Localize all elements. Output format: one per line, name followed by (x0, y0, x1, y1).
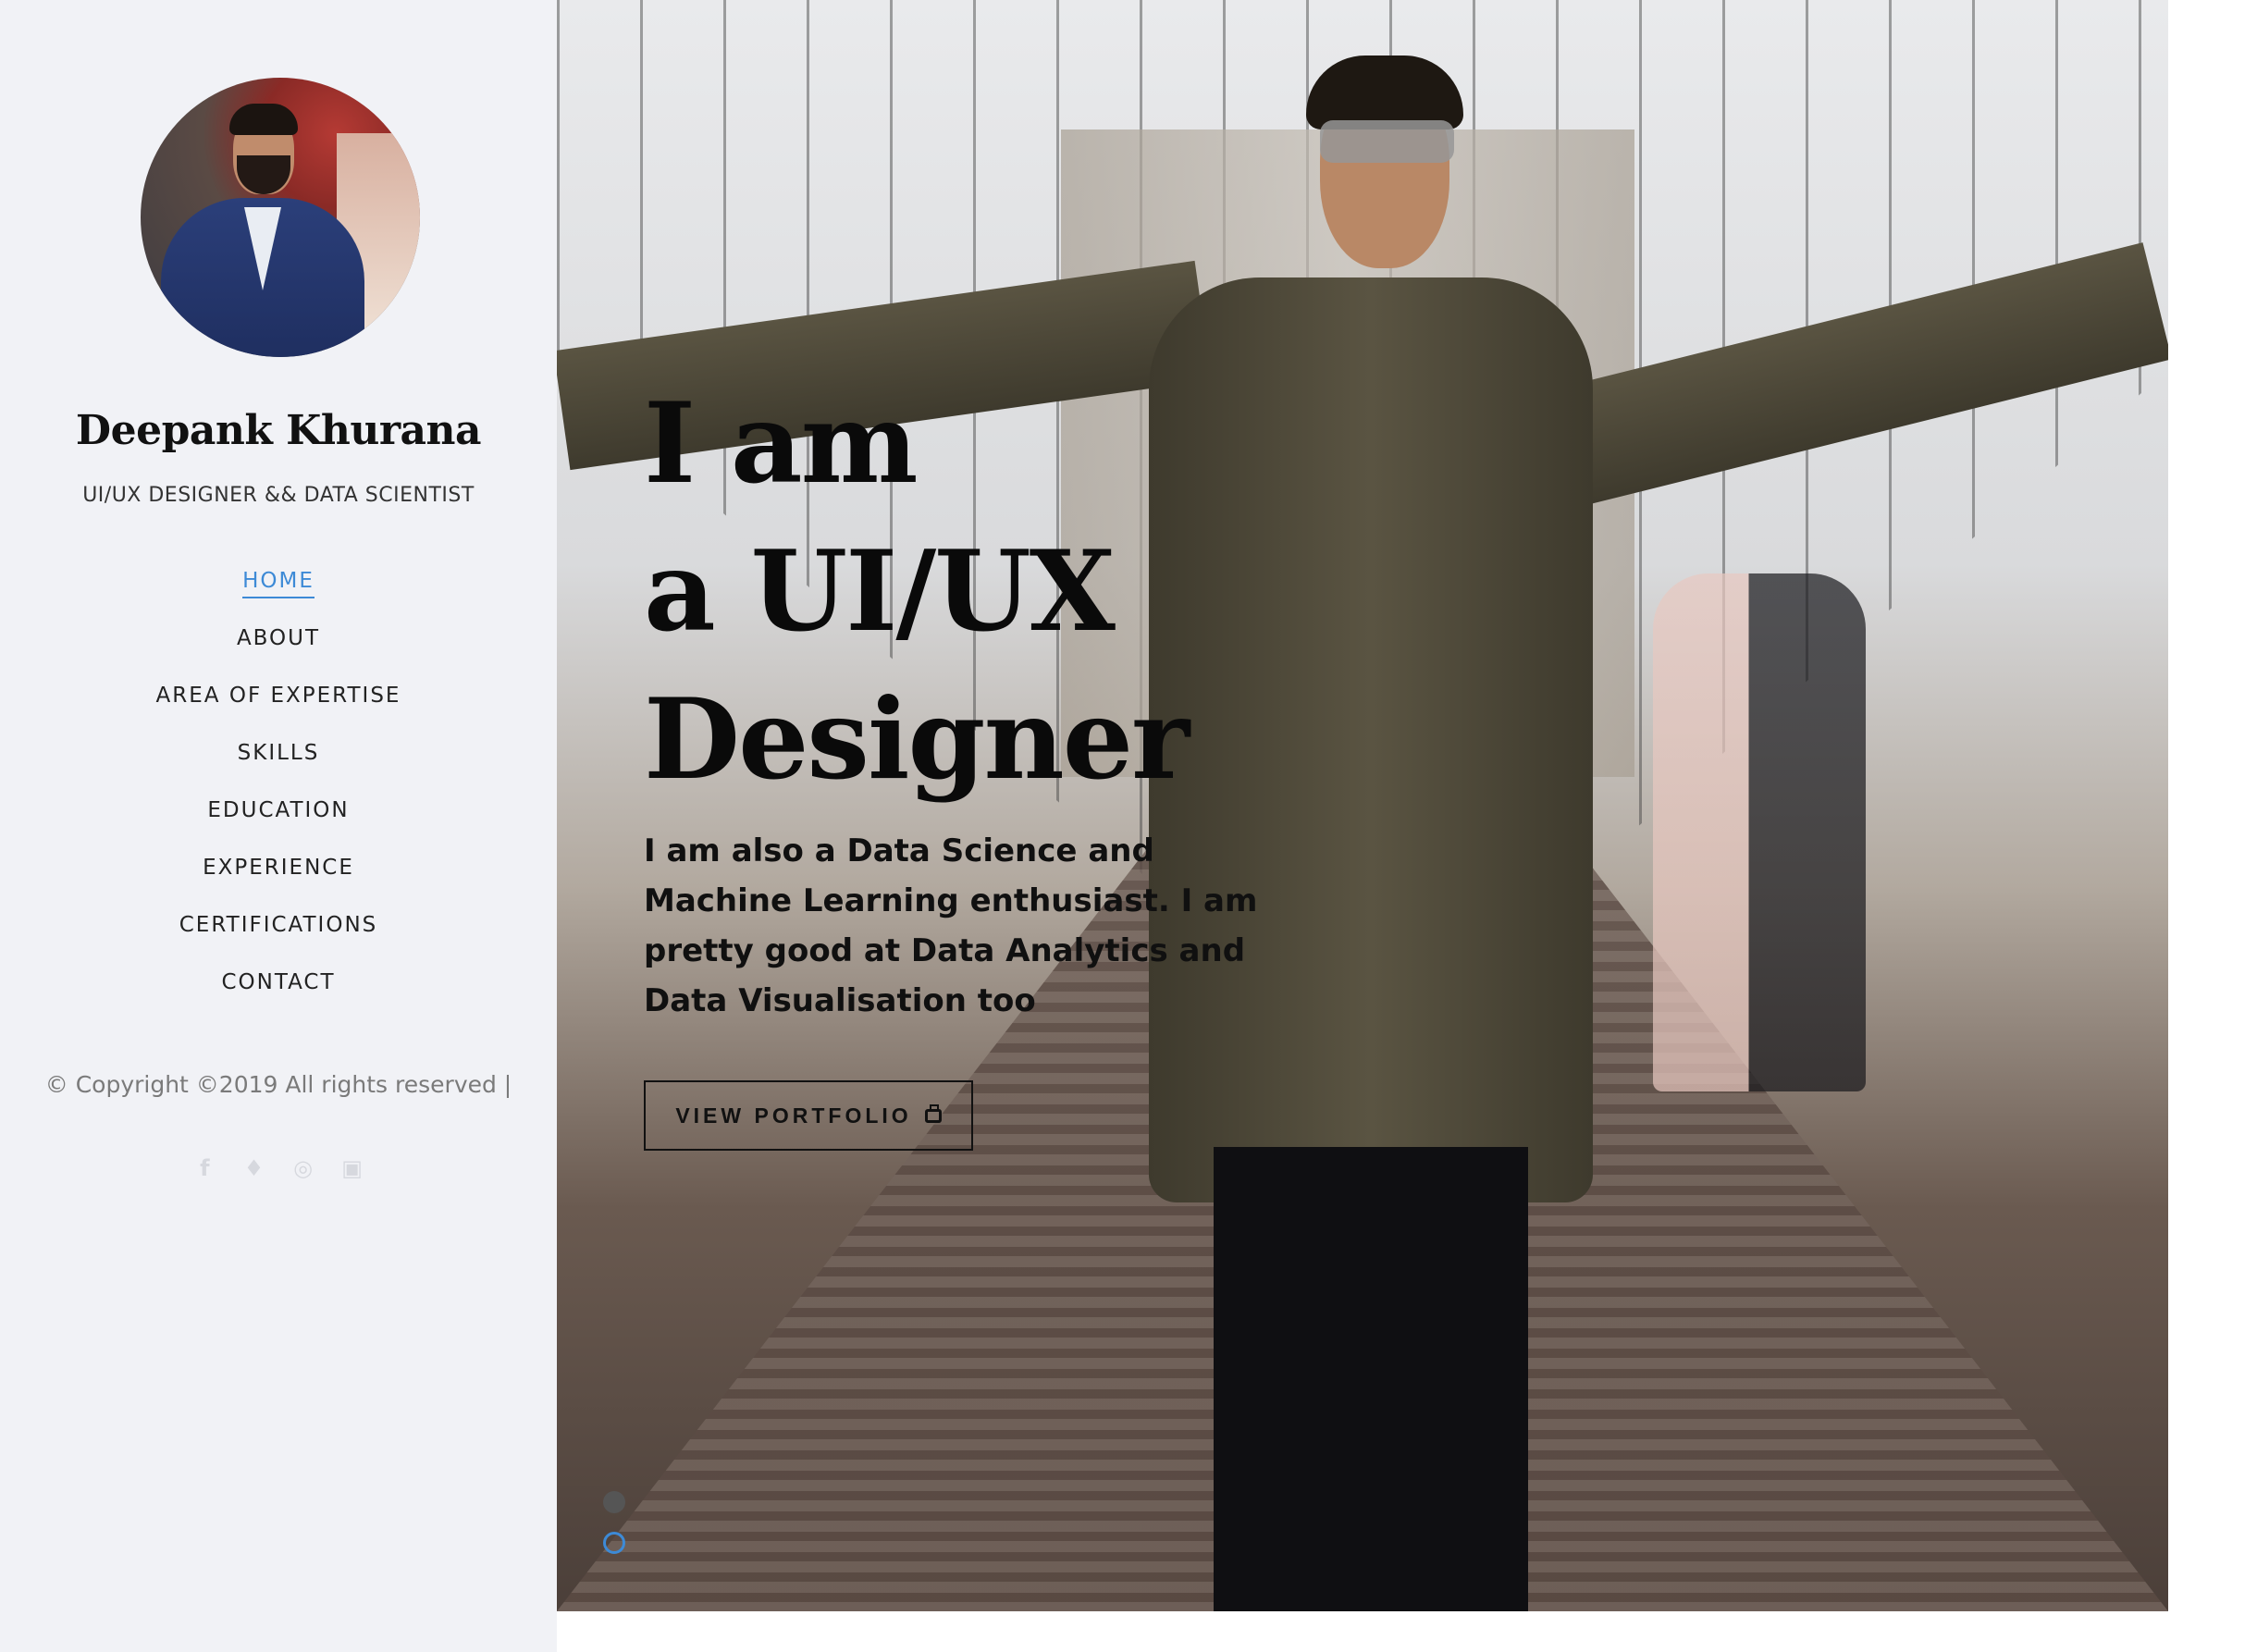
nav-label: HOME (242, 565, 314, 598)
hero-title: I am a UI/UX Designer (644, 370, 1476, 814)
facebook-icon[interactable]: f (192, 1156, 216, 1180)
nav-item-about[interactable]: ABOUT (0, 617, 557, 674)
nav-label: EDUCATION (207, 798, 350, 822)
hero-title-line: I am (644, 378, 919, 509)
sidebar: Deepank Khurana UI/UX DESIGNER && DATA S… (0, 0, 557, 1652)
nav-label: CONTACT (221, 970, 336, 994)
briefcase-icon (924, 1103, 942, 1123)
main-nav: HOME ABOUT AREA OF EXPERTISE SKILLS EDUC… (0, 560, 557, 1018)
hero-title-line: Designer (644, 674, 1190, 805)
nav-item-education[interactable]: EDUCATION (0, 789, 557, 846)
instagram-icon[interactable]: ◎ (291, 1156, 315, 1180)
nav-item-contact[interactable]: CONTACT (0, 961, 557, 1018)
nav-item-home[interactable]: HOME (0, 560, 557, 617)
slider-dot-1[interactable] (603, 1491, 625, 1513)
site-owner-role: UI/UX DESIGNER && DATA SCIENTIST (82, 484, 475, 507)
nav-label: CERTIFICATIONS (179, 913, 378, 937)
nav-label: EXPERIENCE (203, 856, 354, 880)
avatar (141, 78, 420, 357)
slider-dot-2[interactable] (603, 1532, 625, 1554)
nav-label: ABOUT (236, 626, 321, 650)
linkedin-icon[interactable]: ▣ (340, 1156, 364, 1180)
view-portfolio-button[interactable]: VIEW PORTFOLIO (644, 1080, 973, 1151)
view-portfolio-label: VIEW PORTFOLIO (675, 1103, 912, 1128)
social-links: f ♦ ◎ ▣ (0, 1156, 557, 1180)
hero-title-line: a UI/UX (644, 526, 1116, 657)
twitter-icon[interactable]: ♦ (241, 1156, 265, 1180)
nav-item-experience[interactable]: EXPERIENCE (0, 846, 557, 904)
nav-label: AREA OF EXPERTISE (155, 684, 401, 708)
bottom-strip (557, 1611, 2168, 1652)
site-owner-name: Deepank Khurana (75, 407, 482, 454)
hero-description: I am also a Data Science and Machine Lea… (644, 832, 1258, 1019)
copyright-text: © Copyright ©2019 All rights reserved | (44, 1071, 512, 1098)
nav-label: SKILLS (237, 741, 320, 765)
nav-item-skills[interactable]: SKILLS (0, 732, 557, 789)
background-couple (1653, 573, 1866, 1091)
nav-item-area-of-expertise[interactable]: AREA OF EXPERTISE (0, 674, 557, 732)
nav-item-certifications[interactable]: CERTIFICATIONS (0, 904, 557, 961)
hero-person (1149, 37, 1593, 1611)
